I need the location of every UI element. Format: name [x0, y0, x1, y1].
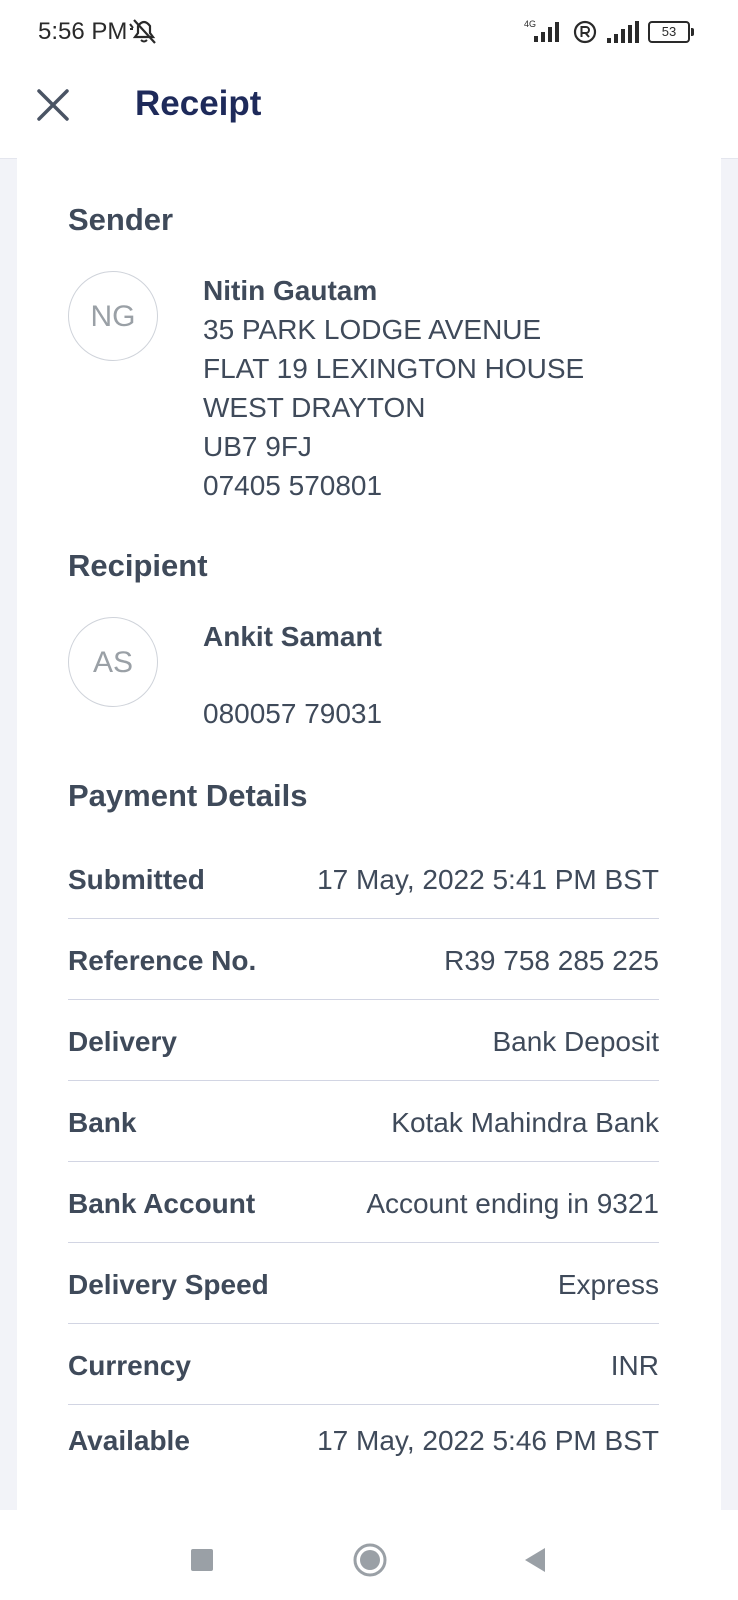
home-icon[interactable]: [350, 1540, 390, 1580]
back-icon[interactable]: [516, 1540, 556, 1580]
recents-icon[interactable]: [182, 1540, 222, 1580]
detail-row-submitted: Submitted 17 May, 2022 5:41 PM BST: [68, 838, 659, 919]
close-icon[interactable]: [30, 82, 76, 128]
detail-label: Currency: [68, 1350, 191, 1381]
detail-row-available: Available 17 May, 2022 5:46 PM BST: [68, 1405, 659, 1486]
recipient-info: Ankit Samant 080057 79031: [203, 617, 382, 733]
detail-label: Reference No.: [68, 945, 257, 976]
recipient-name: Ankit Samant: [203, 621, 382, 652]
detail-value: INR: [610, 1350, 659, 1381]
sender-address-line: 35 PARK LODGE AVENUE: [203, 314, 542, 345]
status-bar: 5:56 PM 4G 53: [0, 0, 738, 64]
detail-row-delivery: Delivery Bank Deposit: [68, 1000, 659, 1081]
sender-info: Nitin Gautam 35 PARK LODGE AVENUE FLAT 1…: [203, 271, 584, 505]
detail-row-reference: Reference No. R39 758 285 225: [68, 919, 659, 1000]
sender-name: Nitin Gautam: [203, 275, 378, 306]
detail-label: Delivery Speed: [68, 1269, 269, 1300]
signal-icon-2: [607, 21, 639, 43]
sender-phone: 07405 570801: [203, 470, 383, 501]
detail-label: Bank Account: [68, 1188, 256, 1219]
detail-value: 17 May, 2022 5:41 PM BST: [317, 864, 659, 895]
detail-value: Express: [557, 1269, 659, 1300]
sender-address-line: WEST DRAYTON: [203, 392, 426, 423]
detail-label: Available: [68, 1425, 190, 1456]
recipient-heading: Recipient: [68, 548, 208, 583]
battery-icon: 53: [648, 21, 694, 43]
roaming-icon: [573, 20, 597, 44]
sender-address-line: FLAT 19 LEXINGTON HOUSE: [203, 353, 585, 384]
detail-label: Delivery: [68, 1026, 177, 1057]
detail-row-currency: Currency INR: [68, 1324, 659, 1405]
navigation-bar: [0, 1510, 738, 1600]
detail-value: 17 May, 2022 5:46 PM BST: [317, 1425, 659, 1456]
sender-heading: Sender: [68, 202, 174, 237]
signal-icon: 4G: [524, 19, 559, 42]
detail-label: Submitted: [68, 864, 205, 895]
app-bar: Receipt: [0, 64, 738, 159]
detail-label: Bank: [68, 1107, 137, 1138]
recipient-phone: 080057 79031: [203, 698, 383, 729]
detail-value: Kotak Mahindra Bank: [391, 1107, 659, 1138]
recipient-avatar: AS: [68, 617, 158, 707]
receipt-card: Sender NG Nitin Gautam 35 PARK LODGE AVE…: [17, 158, 721, 1510]
mute-icon: [129, 19, 156, 44]
detail-row-bank: Bank Kotak Mahindra Bank: [68, 1081, 659, 1162]
detail-row-bank-account: Bank Account Account ending in 9321: [68, 1162, 659, 1243]
status-time: 5:56 PM: [38, 18, 128, 45]
payment-details-list: Submitted 17 May, 2022 5:41 PM BST Refer…: [68, 838, 659, 1486]
detail-row-delivery-speed: Delivery Speed Express: [68, 1243, 659, 1324]
detail-value: R39 758 285 225: [444, 945, 659, 976]
sender-postcode: UB7 9FJ: [203, 431, 312, 462]
status-icons: 4G 53: [522, 16, 694, 48]
detail-value: Bank Deposit: [492, 1026, 659, 1057]
detail-value: Account ending in 9321: [366, 1188, 659, 1219]
payment-details-heading: Payment Details: [68, 778, 308, 813]
network-type: 4G: [524, 19, 536, 29]
page-title: Receipt: [135, 84, 262, 123]
sender-avatar: NG: [68, 271, 158, 361]
